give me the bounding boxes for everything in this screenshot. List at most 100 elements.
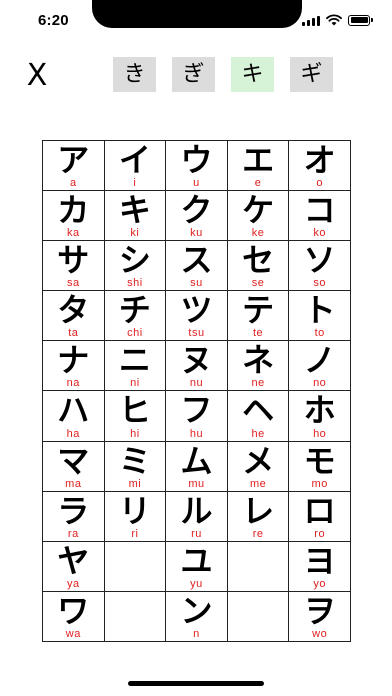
romaji-label: te — [253, 327, 264, 340]
kana-glyph: コ — [303, 191, 336, 230]
kana-cell[interactable]: ノ no — [289, 341, 351, 392]
status-time: 6:20 — [38, 12, 69, 29]
kana-cell[interactable]: タ ta — [43, 291, 105, 342]
kana-cell[interactable]: モ mo — [289, 441, 351, 492]
kana-cell[interactable]: ンn — [166, 591, 228, 642]
kana-cell[interactable]: ル ru — [166, 491, 228, 542]
kana-cell[interactable]: オo — [289, 141, 351, 192]
kana-cell[interactable]: ソ so — [289, 241, 351, 292]
tab-katakana-gi[interactable]: ギ — [290, 57, 333, 92]
tab-hiragana-gi[interactable]: ぎ — [172, 57, 215, 92]
kana-cell[interactable]: ヒ hi — [104, 391, 167, 442]
romaji-label: ma — [65, 477, 82, 490]
empty-kana-cell — [227, 591, 290, 642]
kana-cell[interactable]: フ hu — [166, 391, 228, 442]
kana-cell[interactable]: シ shi — [104, 241, 167, 292]
kana-glyph: フ — [180, 391, 213, 430]
kana-cell[interactable]: ク ku — [166, 191, 228, 242]
kana-mode-tabs: き ぎ キ ギ — [113, 57, 333, 92]
kana-glyph: ホ — [303, 391, 336, 430]
kana-cell[interactable]: ツ tsu — [166, 291, 228, 342]
kana-cell[interactable]: ハ ha — [43, 391, 105, 442]
kana-glyph: ニ — [118, 341, 151, 380]
kana-glyph: ム — [180, 441, 213, 480]
kana-glyph: マ — [57, 441, 90, 480]
kana-cell[interactable]: ム mu — [166, 441, 228, 492]
kana-cell[interactable]: カ ka — [43, 191, 105, 242]
romaji-label: ta — [68, 327, 79, 340]
kana-cell[interactable]: ヤ ya — [43, 541, 105, 592]
wifi-icon — [326, 14, 342, 26]
kana-cell[interactable]: ワ wa — [43, 591, 105, 642]
romaji-label: su — [190, 277, 203, 290]
kana-glyph: ハ — [57, 391, 90, 430]
romaji-label: me — [249, 477, 267, 490]
romaji-label: sa — [66, 277, 80, 290]
romaji-label: ru — [191, 527, 202, 540]
kana-cell[interactable]: ヲ wo — [289, 591, 351, 642]
katakana-chart-grid: ア a イ i ウ u エ e オ o カ ka キ ki ク ku ケ ke コ ko サ sa シ shi ス su セ se ソ s… — [42, 140, 351, 642]
kana-cell[interactable]: マ ma — [43, 441, 105, 492]
kana-cell[interactable]: コ ko — [289, 191, 351, 242]
kana-cell[interactable]: ナ na — [43, 341, 105, 392]
kana-cell[interactable]: チ chi — [104, 291, 167, 342]
kana-cell[interactable]: リ ri — [104, 491, 167, 542]
kana-glyph: ナ — [57, 341, 90, 380]
kana-cell[interactable]: ケ ke — [227, 191, 290, 242]
device-notch — [92, 0, 302, 28]
kana-cell[interactable]: ス su — [166, 241, 228, 292]
kana-glyph: シ — [118, 241, 151, 280]
kana-glyph: ミ — [118, 441, 151, 480]
kana-cell[interactable]: ホ ho — [289, 391, 351, 442]
romaji-label: wo — [312, 627, 328, 640]
kana-cell[interactable]: ウu — [166, 141, 228, 192]
romaji-label: yo — [313, 577, 326, 590]
romaji-label: i — [133, 177, 137, 190]
kana-cell[interactable]: アa — [43, 141, 105, 192]
empty-kana-cell — [227, 541, 290, 592]
kana-cell[interactable]: セ se — [227, 241, 290, 292]
kana-cell[interactable]: テ te — [227, 291, 290, 342]
kana-cell[interactable]: ロ ro — [289, 491, 351, 542]
tab-hiragana-ki[interactable]: き — [113, 57, 156, 92]
kana-cell[interactable]: キ ki — [104, 191, 167, 242]
romaji-label: so — [313, 277, 326, 290]
kana-cell[interactable]: ユ yu — [166, 541, 228, 592]
kana-cell[interactable]: ヌ nu — [166, 341, 228, 392]
romaji-label: mo — [311, 477, 328, 490]
romaji-label: re — [252, 527, 264, 540]
romaji-label: mi — [128, 477, 142, 490]
romaji-label: se — [251, 277, 265, 290]
kana-cell[interactable]: ヘ he — [227, 391, 290, 442]
romaji-label: ke — [251, 227, 265, 240]
romaji-label: n — [193, 627, 200, 640]
kana-cell[interactable]: ラ ra — [43, 491, 105, 542]
tab-katakana-ki[interactable]: キ — [231, 57, 274, 92]
home-indicator — [128, 681, 264, 686]
romaji-label: ki — [130, 227, 140, 240]
kana-cell[interactable]: ト to — [289, 291, 351, 342]
kana-glyph: リ — [118, 491, 151, 530]
romaji-label: ri — [131, 527, 139, 540]
romaji-label: ne — [251, 377, 265, 390]
kana-cell[interactable]: エe — [227, 141, 290, 192]
kana-cell[interactable]: ネ ne — [227, 341, 290, 392]
kana-cell[interactable]: サ sa — [43, 241, 105, 292]
kana-glyph: ク — [180, 191, 213, 230]
kana-glyph: ヲ — [303, 591, 336, 630]
kana-cell[interactable]: レ re — [227, 491, 290, 542]
romaji-label: no — [313, 377, 327, 390]
kana-glyph: ワ — [57, 591, 90, 630]
kana-cell[interactable]: メ me — [227, 441, 290, 492]
kana-cell[interactable]: ニ ni — [104, 341, 167, 392]
romaji-label: to — [314, 327, 325, 340]
kana-cell[interactable]: ヨ yo — [289, 541, 351, 592]
kana-cell[interactable]: イi — [104, 141, 167, 192]
kana-glyph: メ — [242, 441, 275, 480]
kana-glyph: モ — [303, 441, 336, 480]
empty-kana-cell — [104, 541, 167, 592]
close-button[interactable]: X — [22, 60, 52, 92]
kana-glyph: ヨ — [303, 541, 336, 580]
romaji-label: he — [251, 427, 265, 440]
kana-cell[interactable]: ミ mi — [104, 441, 167, 492]
